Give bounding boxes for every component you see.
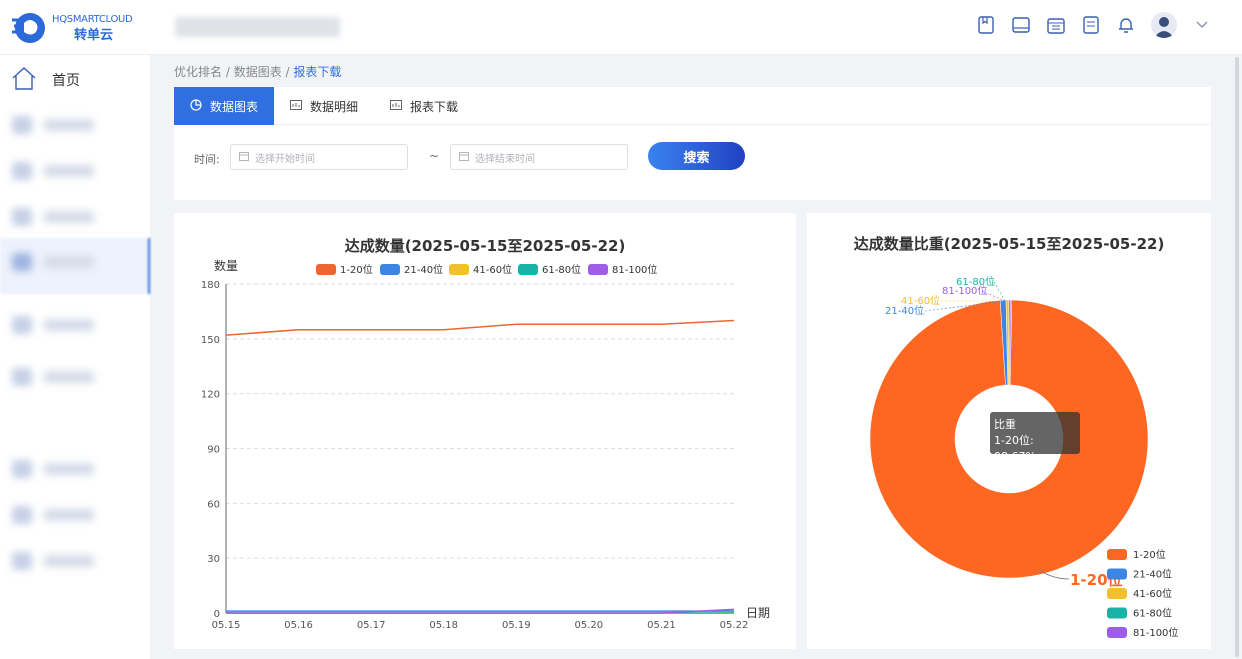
logo-icon (10, 11, 46, 45)
x-axis-label: 日期 (746, 606, 770, 620)
legend-label: 81-100位 (1133, 626, 1178, 639)
legend-swatch (316, 264, 336, 275)
calendar-icon (239, 151, 249, 164)
line-chart-card: 达成数量(2025-05-15至2025-05-22) 数量日期 1-20位 21-4… (174, 213, 796, 649)
x-tick-label: 05.20 (575, 620, 604, 631)
x-tick-label: 05.18 (429, 620, 458, 631)
pie-chart-card: 达成数量比重(2025-05-15至2025-05-22) 21-40位 41-60… (807, 213, 1211, 649)
chart-icon (390, 99, 403, 113)
line-chart: 达成数量(2025-05-15至2025-05-22) 数量日期 1-20位 21-4… (201, 237, 770, 631)
y-tick-label: 60 (207, 499, 220, 510)
window-icon[interactable] (1011, 15, 1031, 35)
sidebar: 首页 (0, 55, 150, 659)
breadcrumb: 优化排名 / 数据图表 / 报表下载 (174, 65, 342, 79)
company-name-blurred (175, 17, 340, 37)
legend-label: 21-40位 (404, 263, 443, 276)
home-icon (10, 65, 38, 95)
sidebar-item-blurred[interactable] (12, 162, 102, 180)
legend-label: 41-60位 (473, 263, 512, 276)
calendar-icon[interactable] (1046, 15, 1066, 35)
breadcrumb-item[interactable]: 优化排名 (174, 65, 222, 79)
legend-label: 61-80位 (1133, 607, 1172, 620)
calendar-icon (459, 151, 469, 164)
pie-label-line (993, 281, 1006, 302)
chart-title: 达成数量比重(2025-05-15至2025-05-22) (854, 235, 1165, 253)
x-tick-label: 05.15 (212, 620, 241, 631)
pie-label: 41-60位 (901, 294, 940, 307)
bookmark-icon[interactable] (976, 15, 996, 35)
tab-report-download[interactable]: 报表下载 (374, 87, 474, 125)
page-scrollbar[interactable] (1232, 55, 1242, 659)
start-date-input[interactable]: 选择开始时间 (230, 144, 408, 170)
brand-name-cn: 转单云 (74, 28, 114, 43)
breadcrumb-current: 报表下载 (293, 65, 342, 79)
document-icon[interactable] (1081, 15, 1101, 35)
time-label: 时间: (194, 153, 220, 166)
legend-label: 61-80位 (542, 263, 581, 276)
sidebar-item-blurred[interactable] (12, 316, 102, 334)
legend-swatch (588, 264, 608, 275)
legend-swatch (1107, 627, 1127, 638)
sidebar-item-blurred[interactable] (12, 208, 102, 226)
legend-swatch (518, 264, 538, 275)
breadcrumb-item[interactable]: 数据图表 (234, 65, 282, 79)
end-date-input[interactable]: 选择结束时间 (450, 144, 628, 170)
legend-swatch (380, 264, 400, 275)
x-tick-label: 05.19 (502, 620, 531, 631)
y-tick-label: 30 (207, 554, 220, 565)
legend-label: 1-20位 (340, 263, 373, 276)
tab-bar: 数据图表 数据明细 报表下载 (174, 87, 1211, 125)
legend-swatch (1107, 549, 1127, 560)
sidebar-item-blurred[interactable] (12, 253, 102, 271)
sidebar-item-home[interactable]: 首页 (10, 65, 80, 95)
tab-data-chart[interactable]: 数据图表 (174, 87, 275, 125)
chart-title: 达成数量(2025-05-15至2025-05-22) (345, 237, 626, 255)
sidebar-item-blurred[interactable] (12, 552, 102, 570)
legend-swatch (1107, 588, 1127, 599)
x-tick-label: 05.17 (357, 620, 386, 631)
y-tick-label: 150 (201, 335, 220, 346)
search-button[interactable]: 搜索 (648, 142, 745, 170)
pie-label: 81-100位 (942, 284, 987, 297)
x-tick-label: 05.22 (720, 620, 749, 631)
legend-swatch (1107, 568, 1127, 580)
y-tick-label: 180 (201, 280, 220, 291)
range-separator: ~ (429, 149, 440, 163)
pie-icon (190, 98, 202, 114)
bell-icon[interactable] (1116, 15, 1136, 35)
filter-bar: 时间: 选择开始时间 ~ 选择结束时间 搜索 (174, 125, 1211, 200)
y-tick-label: 0 (214, 609, 220, 620)
sidebar-item-blurred[interactable] (12, 116, 102, 134)
y-axis-label: 数量 (214, 258, 238, 273)
brand-name-en: HQSMARTCLOUD (52, 14, 133, 25)
x-tick-label: 05.16 (284, 620, 313, 631)
chevron-down-icon[interactable] (1192, 15, 1212, 35)
series-line-1-20位 (225, 319, 735, 336)
sidebar-item-blurred[interactable] (12, 460, 102, 478)
legend-label: 81-100位 (612, 263, 657, 276)
brand-logo[interactable]: HQSMARTCLOUD 转单云 (10, 10, 150, 46)
y-tick-label: 120 (201, 390, 220, 401)
y-tick-label: 90 (207, 445, 220, 456)
x-tick-label: 05.21 (647, 620, 676, 631)
chart-icon (290, 99, 303, 113)
sidebar-item-blurred[interactable] (12, 506, 102, 524)
sidebar-item-label: 首页 (52, 73, 80, 89)
pie-tooltip: 比重 1-20位: 98.67% (990, 412, 1080, 463)
avatar[interactable] (1151, 12, 1177, 38)
sidebar-item-blurred[interactable] (12, 368, 102, 386)
legend-swatch (449, 264, 469, 275)
top-bar: HQSMARTCLOUD 转单云 (0, 0, 1242, 55)
tab-data-detail[interactable]: 数据明细 (274, 87, 374, 125)
legend-label: 41-60位 (1133, 587, 1172, 600)
legend-label: 21-40位 (1133, 568, 1172, 581)
legend-label: 1-20位 (1133, 548, 1166, 561)
legend-swatch (1107, 607, 1127, 619)
